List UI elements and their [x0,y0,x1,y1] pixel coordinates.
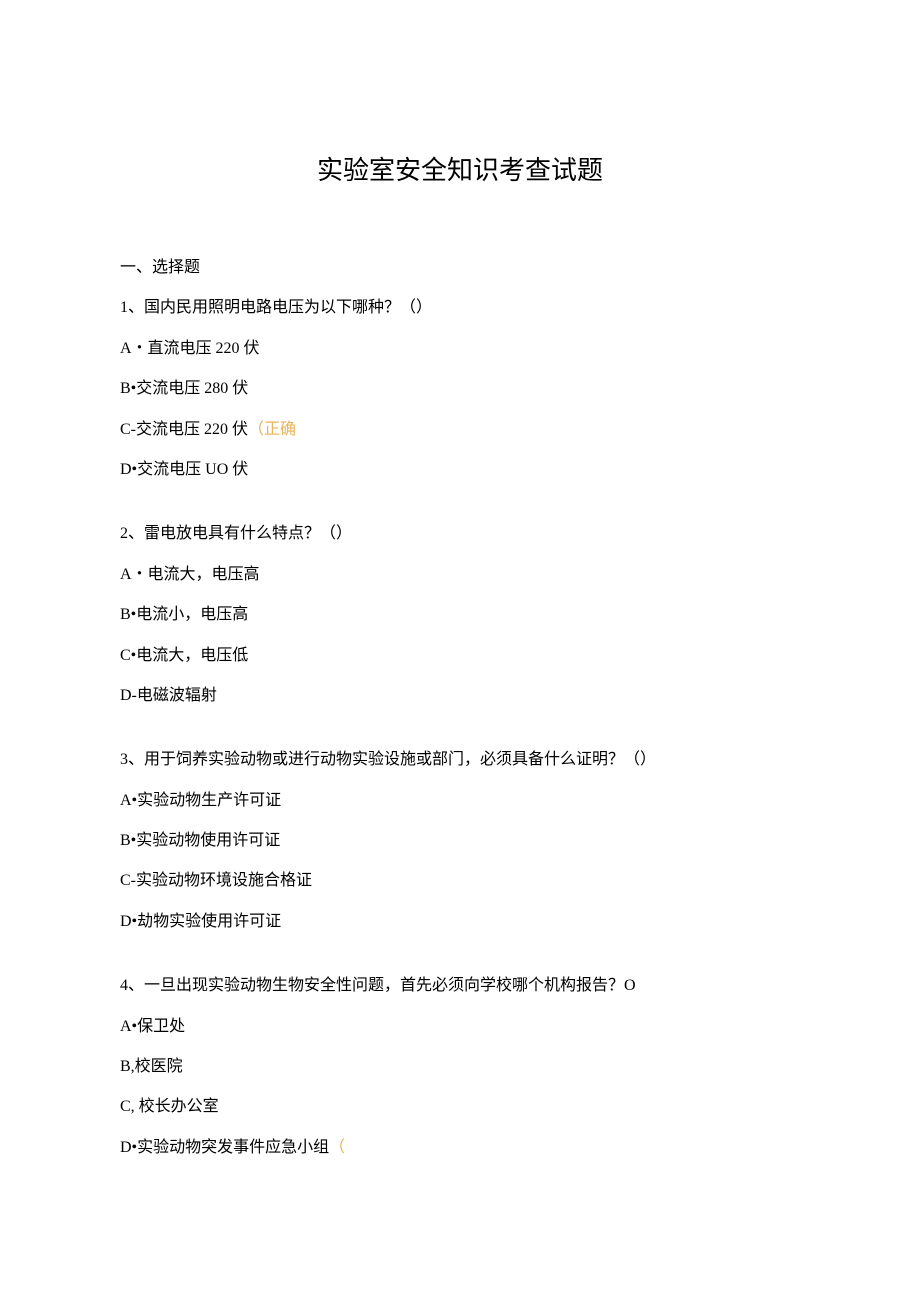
option-text: D•交流电压 UO 伏 [120,461,248,478]
option-text: C-实验动物环境设施合格证 [120,872,312,889]
question-option: A•实验动物生产许可证 [120,790,800,812]
question-option: A•保卫处 [120,1016,800,1038]
question-block: 1、国内民用照明电路电压为以下哪种？（） A・直流电压 220 伏 B•交流电压 2… [120,297,800,481]
option-text: B,校医院 [120,1058,183,1075]
question-stem: 3、用于饲养实验动物或进行动物实验设施或部门，必须具备什么证明？（） [120,749,800,771]
question-option: C•电流大，电压低 [120,645,800,667]
option-text: D•实验动物突发事件应急小组 [120,1139,329,1156]
option-text: B•实验动物使用许可证 [120,832,280,849]
question-option: A・直流电压 220 伏 [120,338,800,360]
question-option: D•交流电压 UO 伏 [120,459,800,481]
option-text: A・电流大，电压高 [120,566,260,583]
question-option: D-电磁波辐射 [120,685,800,707]
option-text: B•电流小，电压高 [120,606,248,623]
question-option: C, 校长办公室 [120,1096,800,1118]
question-stem: 1、国内民用照明电路电压为以下哪种？（） [120,297,800,319]
questions-container: 1、国内民用照明电路电压为以下哪种？（） A・直流电压 220 伏 B•交流电压 2… [120,297,800,1159]
document-page: 实验室安全知识考查试题 一、选择题 1、国内民用照明电路电压为以下哪种？（） A・… [0,0,920,1301]
correct-marker: （正确 [248,421,296,438]
option-text: A・直流电压 220 伏 [120,340,260,357]
question-block: 2、雷电放电具有什么特点？（） A・电流大，电压高 B•电流小，电压高 C•电流大，电… [120,523,800,707]
question-option: D•实验动物突发事件应急小组（ [120,1137,800,1159]
question-option: B•交流电压 280 伏 [120,378,800,400]
option-text: C-交流电压 220 伏 [120,421,248,438]
option-text: C, 校长办公室 [120,1098,219,1115]
option-text: D-电磁波辐射 [120,687,217,704]
question-stem: 2、雷电放电具有什么特点？（） [120,523,800,545]
question-option: B,校医院 [120,1056,800,1078]
question-option: B•实验动物使用许可证 [120,830,800,852]
option-text: B•交流电压 280 伏 [120,380,248,397]
question-block: 4、一旦出现实验动物生物安全性问题，首先必须向学校哪个机构报告？O A•保卫处 B,… [120,975,800,1159]
question-option: C-实验动物环境设施合格证 [120,870,800,892]
question-stem: 4、一旦出现实验动物生物安全性问题，首先必须向学校哪个机构报告？O [120,975,800,997]
question-option: A・电流大，电压高 [120,564,800,586]
option-text: C•电流大，电压低 [120,647,248,664]
section-heading: 一、选择题 [120,257,800,279]
question-block: 3、用于饲养实验动物或进行动物实验设施或部门，必须具备什么证明？（） A•实验动物… [120,749,800,933]
trailing-paren: （ [329,1139,345,1156]
option-text: A•保卫处 [120,1018,185,1035]
option-text: A•实验动物生产许可证 [120,792,281,809]
option-text: D•劫物实验使用许可证 [120,913,281,930]
question-option: C-交流电压 220 伏（正确 [120,419,800,441]
question-option: D•劫物实验使用许可证 [120,911,800,933]
document-title: 实验室安全知识考查试题 [120,150,800,187]
question-option: B•电流小，电压高 [120,604,800,626]
